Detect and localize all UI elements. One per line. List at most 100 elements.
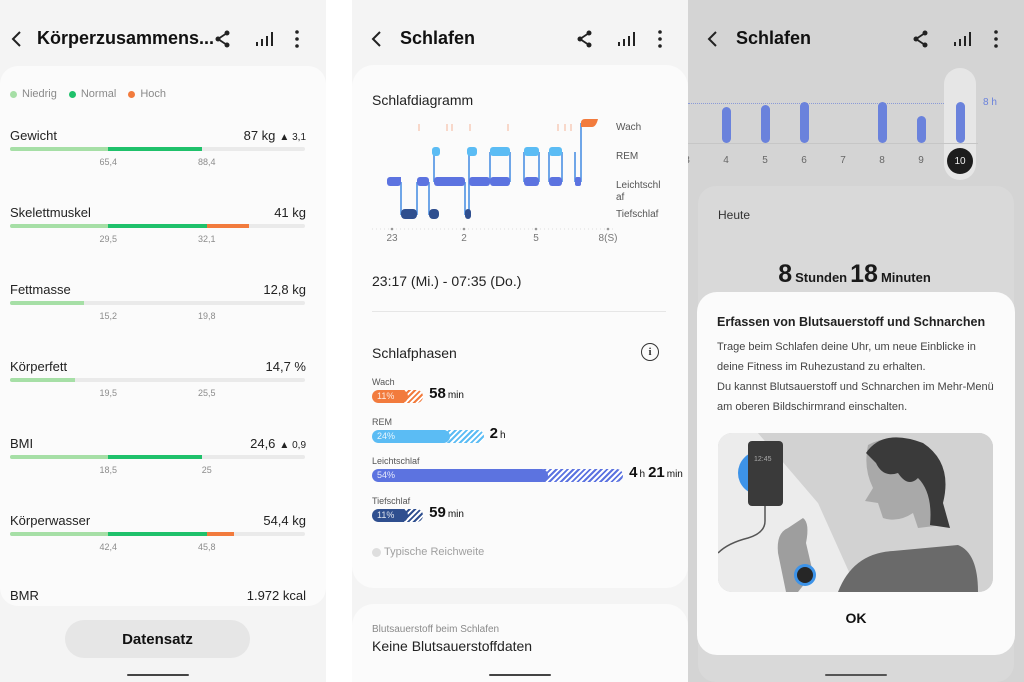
legend-item-low: Niedrig <box>10 88 57 100</box>
sleep-phase-row: Wach 11% 58 min <box>372 377 662 403</box>
metric-label: BMI <box>10 436 34 451</box>
day-label[interactable]: 6 <box>801 155 807 166</box>
range-tick: 18,5 <box>99 465 117 475</box>
stage-label-rem: REM <box>616 151 639 162</box>
phone-icon <box>748 441 783 506</box>
metric-value: 1.972 kcal <box>246 588 306 603</box>
target-line <box>688 103 944 104</box>
composition-card: Niedrig Normal Hoch Gewicht 87 kg ▲ 3,1 65,… <box>0 66 326 606</box>
share-icon[interactable] <box>910 28 932 50</box>
range-bar <box>10 378 305 382</box>
minutes-unit: Minuten <box>880 270 931 285</box>
typical-range-legend: Typische Reichweite <box>372 546 484 558</box>
trends-chart-icon[interactable] <box>615 28 637 50</box>
sleep-duration-bar[interactable] <box>761 104 770 143</box>
selected-day-badge[interactable]: 10 <box>947 148 973 174</box>
home-indicator[interactable] <box>127 674 189 676</box>
day-label[interactable]: 7 <box>840 155 846 166</box>
more-options-icon[interactable] <box>985 28 1007 50</box>
phase-percent: 54% <box>377 470 396 480</box>
divider <box>372 311 666 312</box>
metric-value: 12,8 kg <box>263 282 306 297</box>
sleep-duration-bar[interactable] <box>800 101 809 143</box>
minutes-value: 18 <box>850 260 878 288</box>
sleep-phase-row: Leichtschlaf 54% 4 h 21 min <box>372 456 683 482</box>
legend-label: Niedrig <box>22 88 57 100</box>
range-tick: 25 <box>201 465 212 475</box>
normal-dot-icon <box>68 90 76 98</box>
metric-label: Fettmasse <box>10 282 71 297</box>
page-title: Schlafen <box>400 28 476 48</box>
sleep-duration-bar[interactable] <box>878 101 887 143</box>
range-bar <box>10 224 305 228</box>
page-title: Körperzusammens... <box>37 28 215 48</box>
day-label[interactable]: 5 <box>762 155 768 166</box>
metric-value: 24,6 ▲ 0,9 <box>250 436 306 451</box>
more-options-icon[interactable] <box>649 28 671 50</box>
stage-label-wake: Wach <box>616 122 642 133</box>
home-indicator[interactable] <box>489 674 551 676</box>
share-icon[interactable] <box>212 28 234 50</box>
total-sleep-duration: 8 Stunden 18 Minuten <box>698 260 1014 289</box>
trends-chart-icon[interactable] <box>253 28 275 50</box>
range-tick: 19,8 <box>197 311 216 321</box>
back-arrow-icon[interactable] <box>8 28 26 50</box>
day-label[interactable]: 8 <box>879 155 885 166</box>
diagram-title: Schlafdiagramm <box>372 92 474 108</box>
typical-range-dot-icon <box>372 547 381 557</box>
day-label[interactable]: 9 <box>918 155 924 166</box>
phase-percent: 11% <box>377 391 395 401</box>
today-label: Heute <box>718 208 751 222</box>
metric-delta: ▲ 0,9 <box>279 440 306 451</box>
metric-label: Skelettmuskel <box>10 205 91 220</box>
chart-baseline <box>688 143 978 144</box>
range-legend: Niedrig Normal Hoch <box>10 88 166 100</box>
metric-value: 54,4 kg <box>263 513 306 528</box>
phase-duration: 2h <box>489 425 506 442</box>
metric-delta: ▲ 3,1 <box>279 132 306 143</box>
phase-duration: 4 h 21 min <box>629 464 683 481</box>
blood-oxygen-card[interactable]: Blutsauerstoff beim Schlafen Keine Bluts… <box>352 604 688 682</box>
phase-label: REM <box>372 417 392 427</box>
range-tick: 65,4 <box>99 157 117 167</box>
share-icon[interactable] <box>574 28 596 50</box>
dialog-body: Trage beim Schlafen deine Uhr, um neue E… <box>717 341 994 413</box>
info-icon[interactable]: i <box>641 343 659 361</box>
sleep-detail-screen: Schlafen Schlafdiagramm Wach REM Leichts… <box>352 0 688 682</box>
range-bar <box>10 301 305 305</box>
hours-value: 8 <box>778 260 793 288</box>
metric-label: Körperwasser <box>10 513 91 528</box>
metric-label: BMR <box>10 588 39 603</box>
sleep-duration-bar[interactable] <box>956 102 965 143</box>
day-label[interactable]: 4 <box>723 155 729 166</box>
range-tick: 25,5 <box>197 388 216 398</box>
blood-oxygen-value: Keine Blutsauerstoffdaten <box>372 638 533 654</box>
sleep-time-range: 23:17 (Mi.) - 07:35 (Do.) <box>372 273 522 289</box>
back-arrow-icon[interactable] <box>368 28 386 50</box>
sleep-duration-bar[interactable] <box>722 107 731 143</box>
target-label: 8 h <box>983 97 997 108</box>
day-label[interactable]: 3 <box>688 155 690 166</box>
legend-item-high: Hoch <box>128 88 166 100</box>
sleep-card: Schlafdiagramm Wach REM Leichtschl af Ti… <box>352 65 688 588</box>
range-tick: 32,1 <box>197 234 216 244</box>
home-indicator[interactable] <box>825 674 887 676</box>
x-tick: 2 <box>461 233 467 244</box>
range-bar <box>10 455 305 459</box>
metric-value: 41 kg <box>274 205 306 220</box>
app-bar: Schlafen <box>688 20 1024 58</box>
ok-button[interactable]: OK <box>697 610 1015 626</box>
typical-range-label: Typische Reichweite <box>384 546 485 558</box>
metric-value: 14,7 % <box>265 359 306 374</box>
back-arrow-icon[interactable] <box>704 28 722 50</box>
trends-chart-icon[interactable] <box>951 28 973 50</box>
dataset-button[interactable]: Datensatz <box>65 620 250 658</box>
page-title: Schlafen <box>736 28 812 48</box>
range-tick: 42,4 <box>99 542 117 552</box>
stage-label-light: Leichtschl af <box>616 180 661 203</box>
more-options-icon[interactable] <box>286 28 308 50</box>
sleep-duration-bar[interactable] <box>917 115 926 143</box>
wake-segment <box>581 119 598 127</box>
phase-label: Wach <box>372 377 395 387</box>
phase-percent: 24% <box>377 431 396 441</box>
